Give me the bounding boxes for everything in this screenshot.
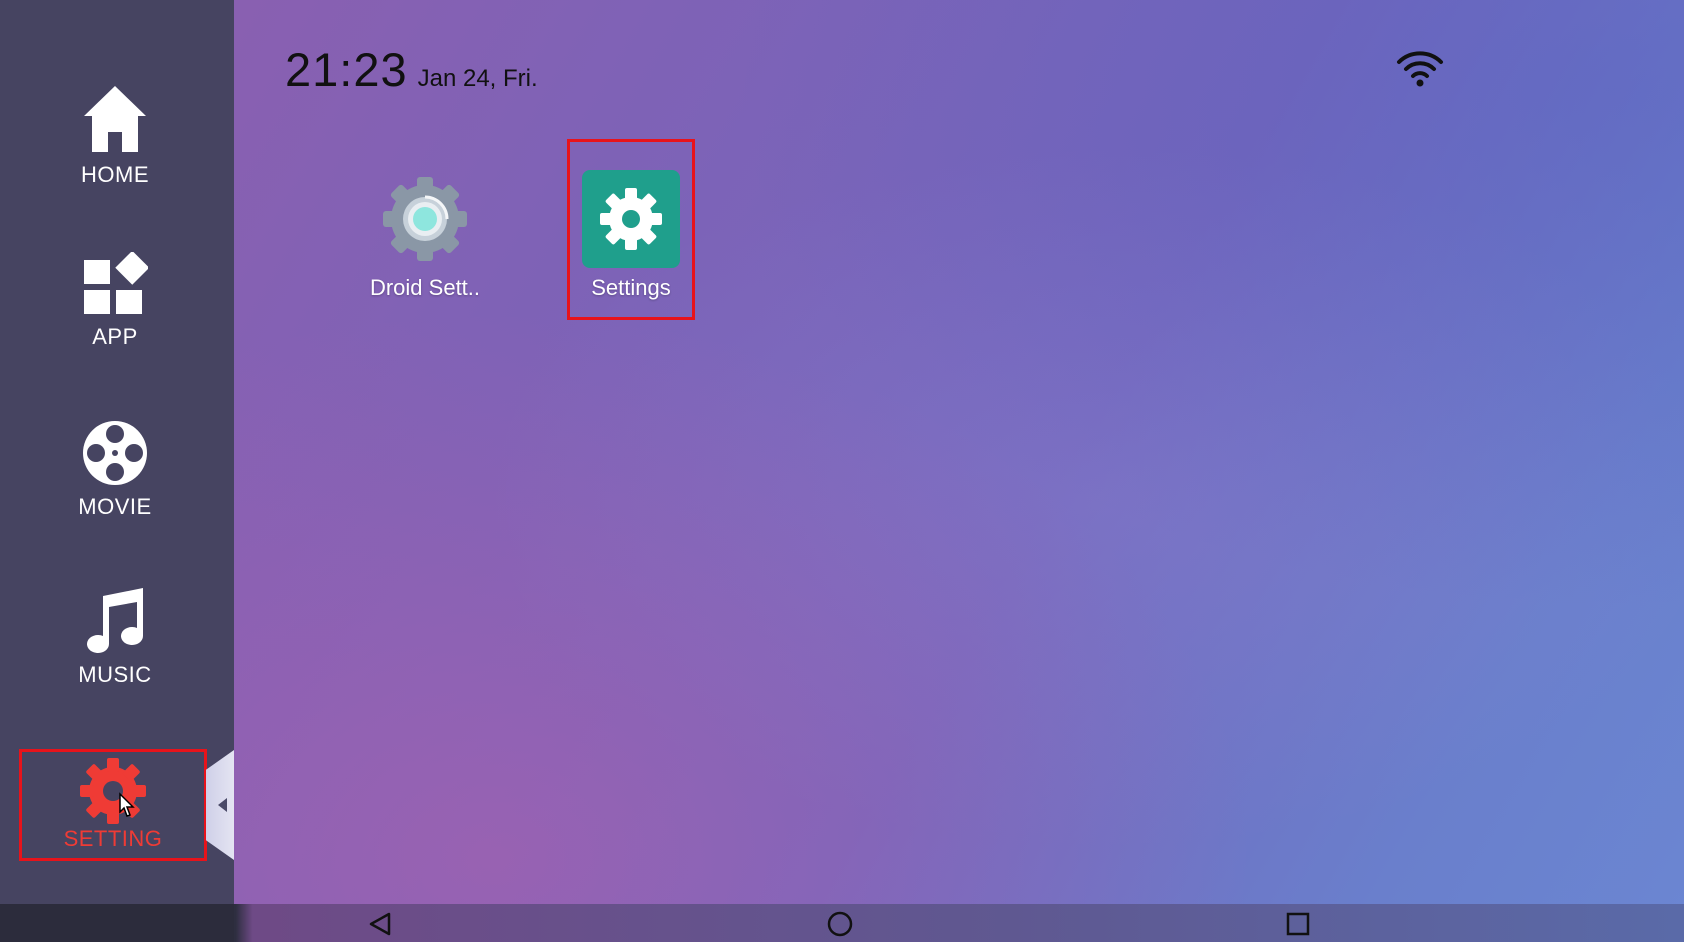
app-settings[interactable]: Settings [567, 139, 695, 320]
gear-icon [80, 758, 146, 824]
home-button[interactable] [826, 910, 854, 938]
recents-button[interactable] [1284, 910, 1312, 938]
sidebar-item-home[interactable]: HOME [0, 84, 230, 219]
back-button[interactable] [366, 910, 394, 938]
sidebar-item-label: APP [92, 324, 138, 349]
sidebar-item-label: MOVIE [78, 494, 152, 519]
back-icon [369, 912, 391, 936]
app-label: Settings [591, 275, 671, 300]
home-icon [84, 86, 146, 152]
wifi-icon [1397, 51, 1443, 87]
clock: 21:23 Jan 24, Fri. [285, 42, 538, 97]
chevron-left-icon [217, 798, 227, 812]
sidebar-item-music[interactable]: MUSIC [0, 586, 230, 721]
sidebar-item-setting[interactable]: SETTING [19, 749, 207, 861]
film-reel-icon [83, 421, 147, 485]
sidebar-item-movie[interactable]: MOVIE [0, 420, 230, 555]
apps-icon [84, 252, 148, 314]
app-droid-settings[interactable]: Droid Sett.. [364, 142, 486, 317]
home-circle-icon [827, 911, 853, 937]
app-label: Droid Sett.. [369, 275, 481, 300]
music-note-icon [87, 588, 144, 654]
sidebar-item-label: MUSIC [78, 662, 152, 687]
sidebar-item-app[interactable]: APP [0, 252, 230, 387]
system-nav-bar [0, 904, 1684, 942]
clock-time: 21:23 [285, 43, 408, 96]
recents-square-icon [1286, 912, 1310, 936]
wallpaper [234, 0, 1684, 904]
droid-settings-gear-icon [375, 169, 475, 269]
sidebar-collapse-tab[interactable] [206, 750, 234, 860]
clock-date: Jan 24, Fri. [417, 65, 538, 92]
sidebar-item-label: SETTING [63, 826, 163, 851]
sidebar: HOME APP MOVIE MUSIC SETTING [0, 0, 234, 904]
settings-gear-icon [581, 169, 681, 269]
sidebar-item-label: HOME [81, 162, 149, 187]
